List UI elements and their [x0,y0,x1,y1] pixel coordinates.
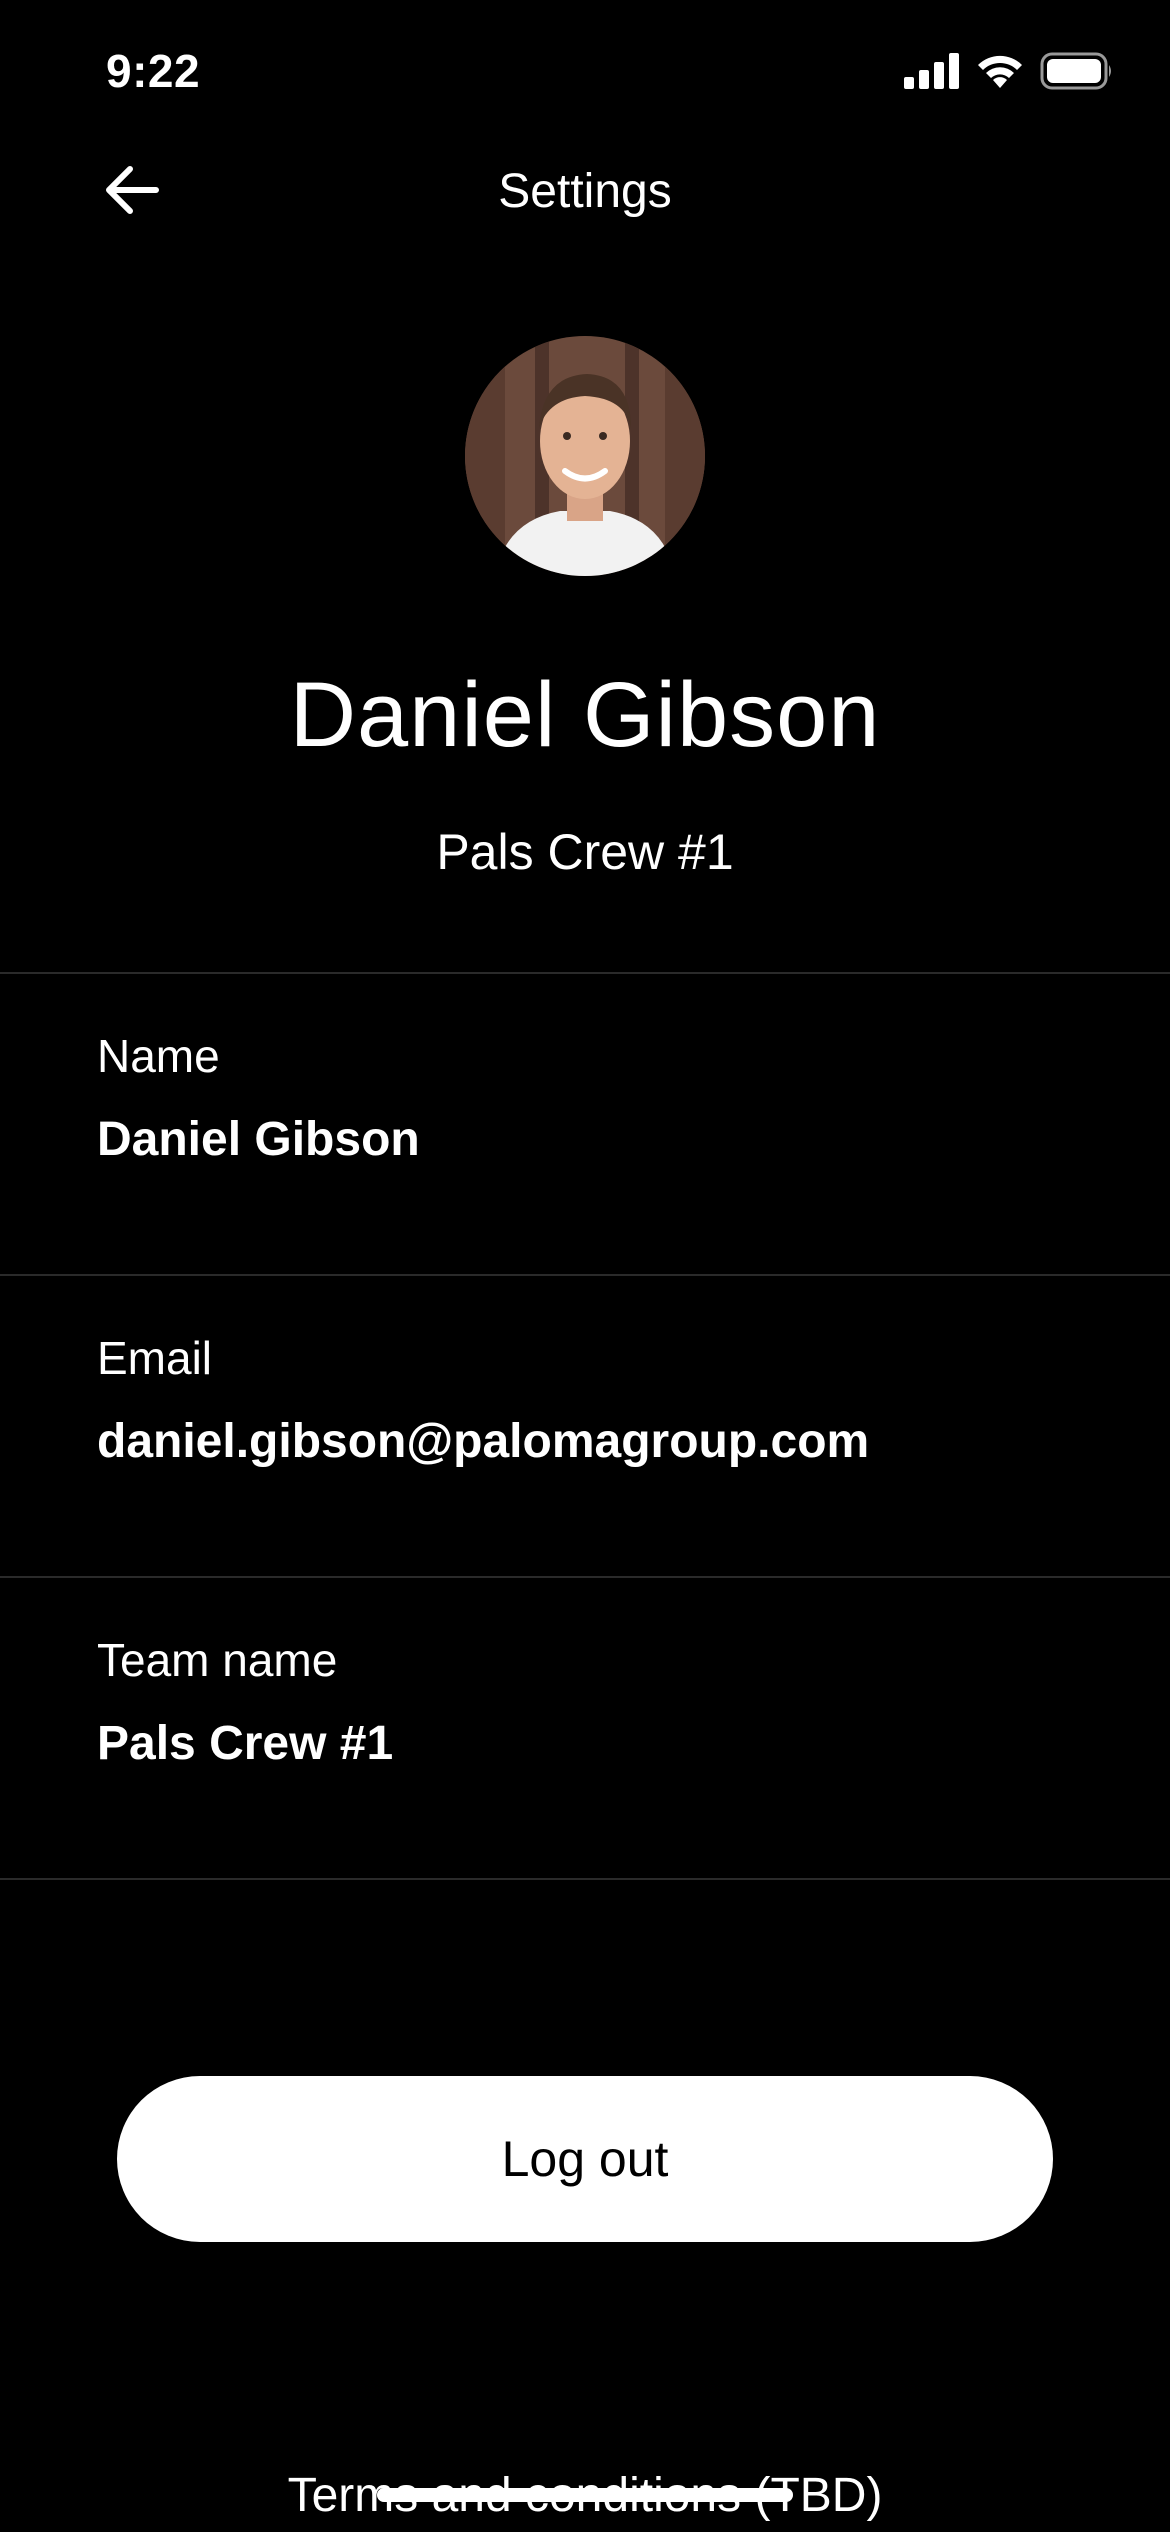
name-field[interactable]: Name Daniel Gibson [0,974,1170,1274]
field-value: Pals Crew #1 [97,1717,394,1770]
cellular-signal-icon [904,53,960,94]
profile-team: Pals Crew #1 [436,824,734,880]
home-indicator [377,2488,793,2502]
battery-icon [1040,52,1114,95]
page-title: Settings [498,165,672,218]
email-field[interactable]: Email daniel.gibson@palomagroup.com [0,1276,1170,1576]
team-name-field[interactable]: Team name Pals Crew #1 [0,1578,1170,1878]
status-time: 9:22 [106,45,201,97]
profile-name: Daniel Gibson [289,664,881,766]
avatar [465,336,705,576]
field-label: Team name [97,1634,338,1686]
field-label: Name [97,1030,220,1082]
status-icons [904,52,1114,95]
wifi-icon [974,52,1026,95]
field-label: Email [97,1332,213,1384]
divider [0,1878,1170,1880]
field-value: daniel.gibson@palomagroup.com [97,1415,870,1468]
field-value: Daniel Gibson [97,1113,420,1166]
logout-button[interactable]: Log out [117,2076,1053,2242]
